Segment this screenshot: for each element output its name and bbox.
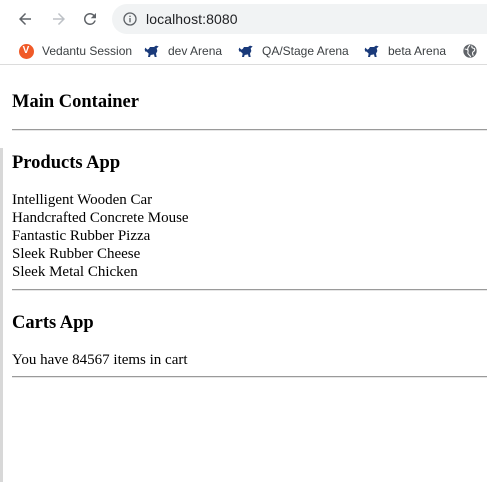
left-edge-strip <box>0 148 3 482</box>
products-app-title: Products App <box>12 153 121 173</box>
forward-button[interactable] <box>48 8 70 30</box>
main-container-title: Main Container <box>12 92 139 112</box>
product-list: Intelligent Wooden Car Handcrafted Concr… <box>12 191 189 281</box>
reload-icon <box>84 12 96 25</box>
browser-chrome: localhost:8080 V Vedantu Session dev Are… <box>0 0 487 65</box>
carts-app-title: Carts App <box>12 313 94 333</box>
list-item: Fantastic Rubber Pizza <box>12 228 151 244</box>
bookmark-globe[interactable] <box>462 42 486 60</box>
list-item: Handcrafted Concrete Mouse <box>12 210 189 226</box>
bookmark-label: beta Arena <box>388 44 447 58</box>
url-text: localhost:8080 <box>146 11 238 27</box>
list-item: Sleek Metal Chicken <box>12 264 138 280</box>
list-item: Intelligent Wooden Car <box>12 192 153 208</box>
bookmark-qa-stage-arena[interactable]: QA/Stage Arena <box>238 42 349 60</box>
bookmark-label: dev Arena <box>168 44 223 58</box>
vedantu-logo-icon: V <box>18 43 34 59</box>
bull-icon <box>238 43 254 59</box>
bull-icon <box>364 43 380 59</box>
back-arrow-icon <box>19 13 31 25</box>
list-item: Sleek Rubber Cheese <box>12 246 141 262</box>
forward-arrow-icon <box>53 13 65 25</box>
page-content: Main Container Products App Intelligent … <box>0 70 487 482</box>
bookmarks-bar: V Vedantu Session dev Arena QA/Stage Are… <box>0 38 487 64</box>
vedantu-logo-letter: V <box>18 43 34 59</box>
address-bar[interactable]: localhost:8080 <box>112 4 487 34</box>
bookmark-label: Vedantu Session <box>42 44 133 58</box>
bookmark-label: QA/Stage Arena <box>262 44 349 58</box>
reload-button[interactable] <box>79 8 101 30</box>
back-button[interactable] <box>14 8 36 30</box>
divider <box>12 289 487 291</box>
globe-icon <box>462 43 478 59</box>
divider <box>12 376 487 378</box>
bull-icon <box>144 43 160 59</box>
divider <box>12 129 487 131</box>
bookmark-beta-arena[interactable]: beta Arena <box>364 42 446 60</box>
browser-toolbar: localhost:8080 <box>0 0 487 38</box>
site-info-icon[interactable] <box>121 10 139 28</box>
bookmark-vedantu-session[interactable]: V Vedantu Session <box>18 42 132 60</box>
bookmark-dev-arena[interactable]: dev Arena <box>144 42 222 60</box>
cart-count-text: You have 84567 items in cart <box>12 352 188 368</box>
